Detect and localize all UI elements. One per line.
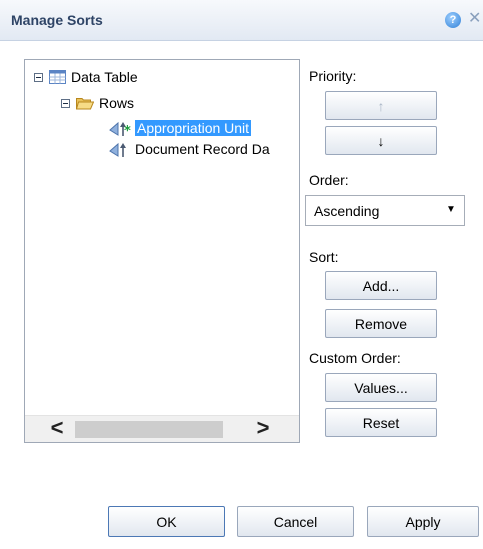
horizontal-scrollbar[interactable]: < >	[25, 415, 299, 442]
ok-button[interactable]: OK	[108, 506, 225, 537]
arrow-up-icon: ↑	[377, 97, 385, 114]
tree-item-label: Appropriation Unit	[135, 120, 252, 136]
scroll-right-icon[interactable]: >	[253, 417, 273, 440]
priority-label: Priority:	[309, 68, 357, 84]
order-dropdown[interactable]: Ascending ▼	[305, 195, 465, 226]
sort-ascending-active-icon: *	[109, 121, 131, 137]
priority-up-button[interactable]: ↑	[325, 91, 437, 120]
scroll-left-icon[interactable]: <	[47, 417, 67, 440]
add-sort-button[interactable]: Add...	[325, 271, 437, 300]
order-dropdown-value: Ascending	[314, 203, 380, 219]
folder-icon	[76, 98, 94, 110]
dialog-title: Manage Sorts	[11, 12, 103, 28]
tree-node-label: Data Table	[71, 69, 138, 85]
tree-node-data-table[interactable]: Data Table	[34, 67, 138, 87]
reset-button[interactable]: Reset	[325, 408, 437, 437]
table-icon	[49, 70, 66, 84]
remove-sort-button[interactable]: Remove	[325, 309, 437, 338]
close-icon[interactable]: ✕	[468, 10, 483, 28]
cancel-button[interactable]: Cancel	[237, 506, 354, 537]
help-icon[interactable]: ?	[445, 12, 461, 28]
chevron-down-icon: ▼	[446, 204, 456, 215]
apply-button[interactable]: Apply	[367, 506, 479, 537]
collapse-icon[interactable]	[34, 72, 43, 82]
arrow-down-icon: ↓	[377, 132, 385, 149]
priority-down-button[interactable]: ↓	[325, 126, 437, 155]
tree-node-rows[interactable]: Rows	[61, 93, 134, 113]
svg-text:*: *	[124, 124, 131, 137]
tree-item-label: Document Record Da	[135, 141, 270, 157]
scrollbar-thumb[interactable]	[75, 421, 223, 438]
tree-node-label: Rows	[99, 95, 135, 111]
tree-item-appropriation-unit[interactable]: * Appropriation Unit	[109, 118, 252, 138]
custom-order-label: Custom Order:	[309, 350, 401, 366]
tree-item-document-record-date[interactable]: Document Record Da	[109, 139, 270, 159]
sort-tree[interactable]: Data Table Rows * Appropriation Unit Doc…	[24, 59, 300, 443]
title-bar: Manage Sorts ? ✕	[0, 0, 483, 41]
sort-label: Sort:	[309, 249, 339, 265]
sort-icon	[109, 142, 126, 157]
collapse-icon[interactable]	[61, 98, 70, 108]
values-button[interactable]: Values...	[325, 373, 437, 402]
order-label: Order:	[309, 172, 349, 188]
